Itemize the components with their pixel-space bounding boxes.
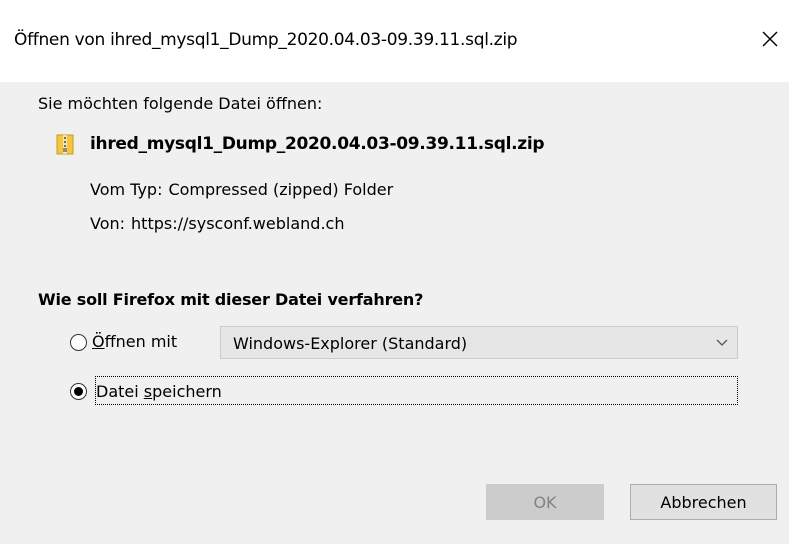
file-type-value: Compressed (zipped) Folder [168, 180, 394, 199]
dialog-body: Sie möchten folgende Datei öffnen: ihred… [0, 82, 789, 544]
open-with-app-select[interactable]: Windows-Explorer (Standard) [220, 326, 738, 359]
open-with-label[interactable]: Öffnen mit [92, 332, 177, 351]
file-source-row: Von: https://sysconf.webland.ch [90, 214, 344, 233]
file-name: ihred_mysql1_Dump_2020.04.03-09.39.11.sq… [90, 134, 545, 154]
ok-button[interactable]: OK [486, 484, 604, 520]
cancel-button[interactable]: Abbrechen [630, 484, 777, 520]
title-bar: Öffnen von ihred_mysql1_Dump_2020.04.03-… [0, 0, 789, 82]
open-with-radio[interactable] [70, 334, 87, 351]
file-type-label: Vom Typ: [90, 180, 163, 199]
file-source-value: https://sysconf.webland.ch [131, 214, 345, 233]
save-file-radio[interactable] [70, 383, 87, 400]
intro-text: Sie möchten folgende Datei öffnen: [38, 94, 323, 113]
download-dialog: Öffnen von ihred_mysql1_Dump_2020.04.03-… [0, 0, 789, 544]
close-button[interactable] [755, 24, 785, 54]
file-source-label: Von: [90, 214, 126, 233]
close-icon [762, 31, 778, 47]
dialog-title: Öffnen von ihred_mysql1_Dump_2020.04.03-… [14, 30, 518, 50]
open-with-app-value: Windows-Explorer (Standard) [233, 334, 468, 353]
chevron-down-icon [716, 339, 728, 346]
action-question: Wie soll Firefox mit dieser Datei verfah… [38, 290, 424, 309]
save-file-label[interactable]: Datei speichern [96, 382, 222, 401]
file-type-row: Vom Typ: Compressed (zipped) Folder [90, 180, 393, 199]
zip-folder-icon [56, 134, 74, 155]
